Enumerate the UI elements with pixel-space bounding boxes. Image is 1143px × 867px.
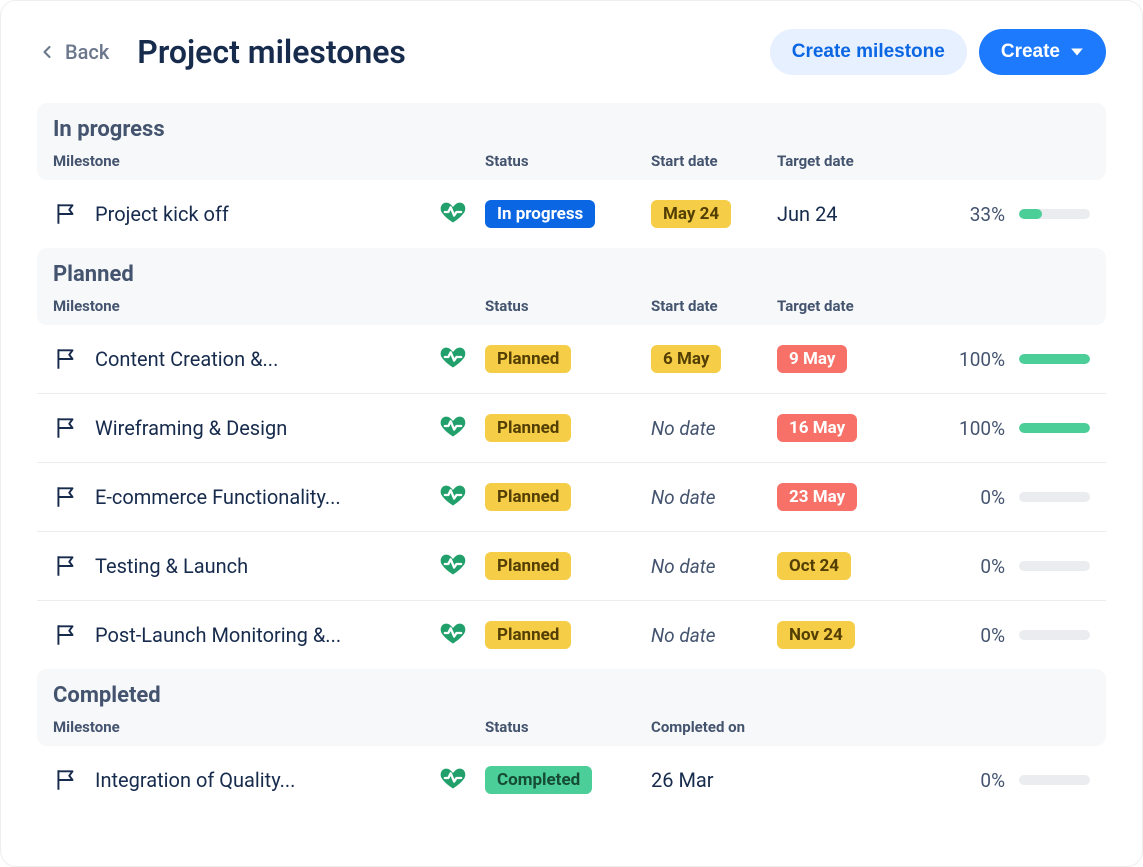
table-row[interactable]: Wireframing & Design Planned No date 16 …: [37, 394, 1106, 463]
start-date: No date: [651, 417, 716, 440]
percent-label: 33%: [943, 203, 1013, 226]
target-date: 9 May: [777, 345, 847, 373]
milestone-name: Content Creation &...: [95, 347, 278, 371]
col-status: Status: [485, 152, 645, 170]
section-rows: Content Creation &... Planned 6 May 9 Ma…: [37, 325, 1106, 669]
status-badge: In progress: [485, 200, 595, 228]
col-completed-on: Completed on: [651, 718, 937, 736]
col-start-date: Start date: [651, 152, 771, 170]
percent-label: 0%: [943, 624, 1013, 647]
create-button[interactable]: Create: [979, 29, 1106, 75]
table-row[interactable]: Content Creation &... Planned 6 May 9 Ma…: [37, 325, 1106, 394]
progress-bar: [1019, 775, 1090, 785]
heartbeat-icon: [439, 198, 467, 226]
target-date: 16 May: [777, 414, 857, 442]
percent-label: 0%: [943, 769, 1013, 792]
col-milestone: Milestone: [53, 297, 433, 315]
col-status: Status: [485, 718, 645, 736]
heartbeat-icon: [439, 343, 467, 371]
flag-icon: [53, 201, 79, 227]
table-row[interactable]: Integration of Quality... Completed 26 M…: [37, 746, 1106, 814]
target-date: Nov 24: [777, 621, 855, 649]
back-label: Back: [65, 40, 109, 64]
col-start-date: Start date: [651, 297, 771, 315]
column-headers: Milestone Status Start date Target date: [53, 152, 1090, 170]
start-date: No date: [651, 624, 716, 647]
percent-label: 100%: [943, 417, 1013, 440]
create-button-label: Create: [1001, 41, 1060, 63]
section-title: Completed: [53, 683, 1090, 708]
create-milestone-button[interactable]: Create milestone: [770, 29, 967, 75]
status-badge: Planned: [485, 483, 571, 511]
milestone-name: Post-Launch Monitoring &...: [95, 623, 341, 647]
progress-bar: [1019, 354, 1090, 364]
col-target-date: Target date: [777, 152, 937, 170]
flag-icon: [53, 346, 79, 372]
section-header: In progress Milestone Status Start date …: [37, 103, 1106, 180]
start-date: 26 Mar: [651, 768, 714, 792]
start-date: No date: [651, 486, 716, 509]
target-date: Jun 24: [777, 202, 838, 226]
flag-icon: [53, 553, 79, 579]
col-target-date: Target date: [777, 297, 937, 315]
milestone-name: Testing & Launch: [95, 554, 248, 578]
status-badge: Planned: [485, 414, 571, 442]
milestone-name: Integration of Quality...: [95, 768, 295, 792]
target-date: Oct 24: [777, 552, 851, 580]
page-title: Project milestones: [137, 33, 769, 71]
progress-bar: [1019, 492, 1090, 502]
percent-label: 0%: [943, 555, 1013, 578]
back-button[interactable]: Back: [37, 40, 109, 64]
flag-icon: [53, 622, 79, 648]
status-badge: Planned: [485, 345, 571, 373]
column-headers: Milestone Status Start date Target date: [53, 297, 1090, 315]
flag-icon: [53, 767, 79, 793]
progress-bar: [1019, 209, 1090, 219]
column-headers: Milestone Status Completed on: [53, 718, 1090, 736]
chevron-down-icon: [1070, 46, 1084, 58]
heartbeat-icon: [439, 550, 467, 578]
status-badge: Planned: [485, 621, 571, 649]
start-date: May 24: [651, 200, 731, 228]
section-title: In progress: [53, 117, 1090, 142]
col-status: Status: [485, 297, 645, 315]
heartbeat-icon: [439, 412, 467, 440]
start-date: No date: [651, 555, 716, 578]
col-milestone: Milestone: [53, 718, 433, 736]
milestone-name: Project kick off: [95, 202, 229, 226]
status-badge: Completed: [485, 766, 592, 794]
progress-bar: [1019, 561, 1090, 571]
flag-icon: [53, 484, 79, 510]
heartbeat-icon: [439, 619, 467, 647]
percent-label: 0%: [943, 486, 1013, 509]
target-date: 23 May: [777, 483, 857, 511]
heartbeat-icon: [439, 764, 467, 792]
progress-bar: [1019, 423, 1090, 433]
milestone-name: Wireframing & Design: [95, 416, 287, 440]
table-row[interactable]: Post-Launch Monitoring &... Planned No d…: [37, 601, 1106, 669]
section-header: Planned Milestone Status Start date Targ…: [37, 248, 1106, 325]
heartbeat-icon: [439, 481, 467, 509]
start-date: 6 May: [651, 345, 721, 373]
table-row[interactable]: E-commerce Functionality... Planned No d…: [37, 463, 1106, 532]
percent-label: 100%: [943, 348, 1013, 371]
page-header: Back Project milestones Create milestone…: [37, 29, 1106, 75]
table-row[interactable]: Project kick off In progress May 24 Jun …: [37, 180, 1106, 248]
section-rows: Project kick off In progress May 24 Jun …: [37, 180, 1106, 248]
section-header: Completed Milestone Status Completed on: [37, 669, 1106, 746]
section-rows: Integration of Quality... Completed 26 M…: [37, 746, 1106, 814]
progress-bar: [1019, 630, 1090, 640]
table-row[interactable]: Testing & Launch Planned No date Oct 24 …: [37, 532, 1106, 601]
section-title: Planned: [53, 262, 1090, 287]
milestone-name: E-commerce Functionality...: [95, 485, 341, 509]
status-badge: Planned: [485, 552, 571, 580]
chevron-left-icon: [37, 42, 57, 62]
flag-icon: [53, 415, 79, 441]
col-milestone: Milestone: [53, 152, 433, 170]
